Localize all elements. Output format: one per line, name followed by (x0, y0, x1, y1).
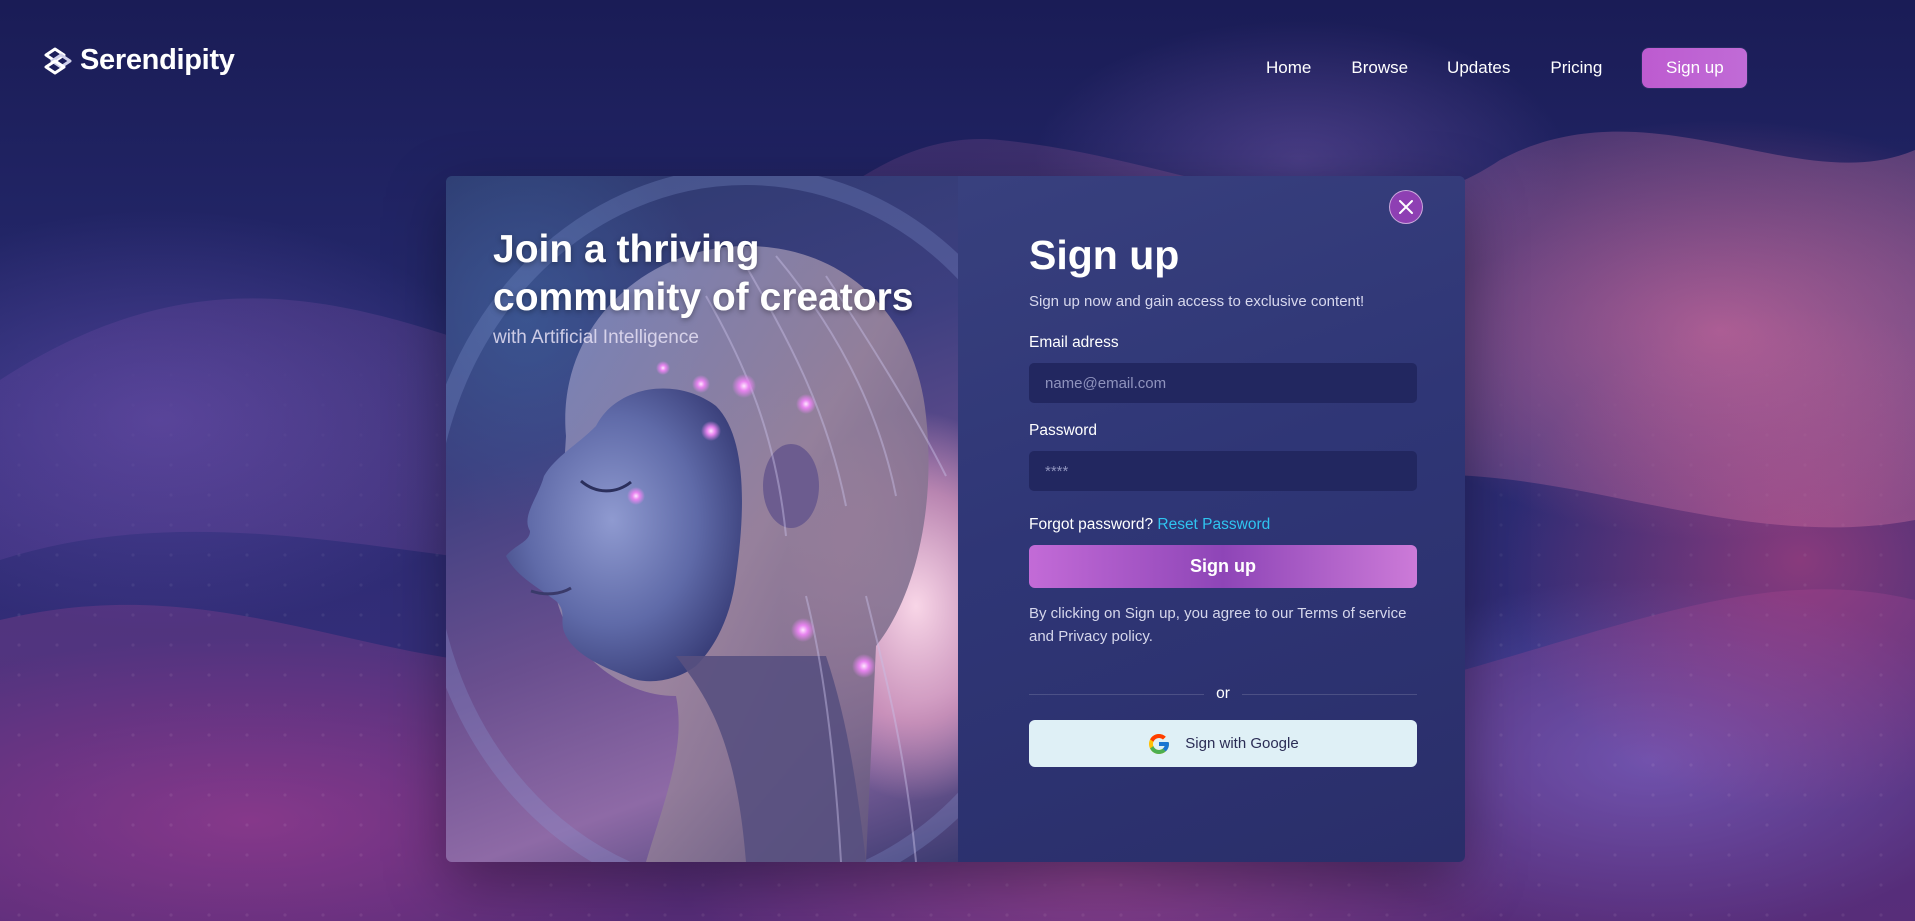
nav-updates[interactable]: Updates (1447, 58, 1510, 78)
top-navbar: Serendipity Home Browse Updates Pricing … (0, 0, 1915, 130)
hero-title: Join a thriving community of creators (493, 226, 933, 322)
signup-submit-button[interactable]: Sign up (1029, 545, 1417, 588)
google-button-label: Sign with Google (1185, 735, 1299, 752)
email-label: Email adress (1029, 334, 1119, 351)
nav-signup-button[interactable]: Sign up (1642, 48, 1748, 88)
brand-name: Serendipity (80, 44, 235, 76)
email-field[interactable] (1029, 363, 1417, 403)
brand[interactable]: Serendipity (42, 44, 235, 77)
password-field[interactable] (1029, 451, 1417, 491)
close-icon (1399, 200, 1413, 214)
signup-form-panel: Sign up Sign up now and gain access to e… (958, 176, 1465, 862)
reset-password-link[interactable]: Reset Password (1157, 516, 1270, 533)
google-signin-button[interactable]: Sign with Google (1029, 720, 1417, 767)
google-icon (1149, 733, 1170, 754)
nav-pricing[interactable]: Pricing (1550, 58, 1602, 78)
close-modal-button[interactable] (1389, 190, 1423, 224)
form-subtitle: Sign up now and gain access to exclusive… (1029, 293, 1365, 310)
form-title: Sign up (1029, 232, 1180, 278)
serendipity-logo-icon (44, 47, 72, 74)
divider-line-left (1029, 693, 1205, 695)
main-nav: Home Browse Updates Pricing Sign up (1266, 48, 1748, 88)
hero-image-panel: Join a thriving community of creators wi… (446, 176, 958, 862)
forgot-password-text: Forgot password? (1029, 516, 1154, 533)
divider-line-right (1241, 693, 1418, 695)
password-label: Password (1029, 422, 1098, 439)
divider-or-text: or (1216, 685, 1230, 702)
or-divider: or (1029, 684, 1418, 704)
nav-home[interactable]: Home (1266, 58, 1311, 78)
hero-subtitle: with Artificial Intelligence (493, 327, 699, 348)
hero-title-line-2: community of creators (493, 276, 914, 319)
hero-title-line-1: Join a thriving (493, 228, 760, 271)
forgot-password-row: Forgot password? Reset Password (1029, 516, 1270, 534)
nav-browse[interactable]: Browse (1351, 58, 1408, 78)
terms-text: By clicking on Sign up, you agree to our… (1029, 605, 1407, 645)
signup-modal: Join a thriving community of creators wi… (446, 176, 1465, 862)
